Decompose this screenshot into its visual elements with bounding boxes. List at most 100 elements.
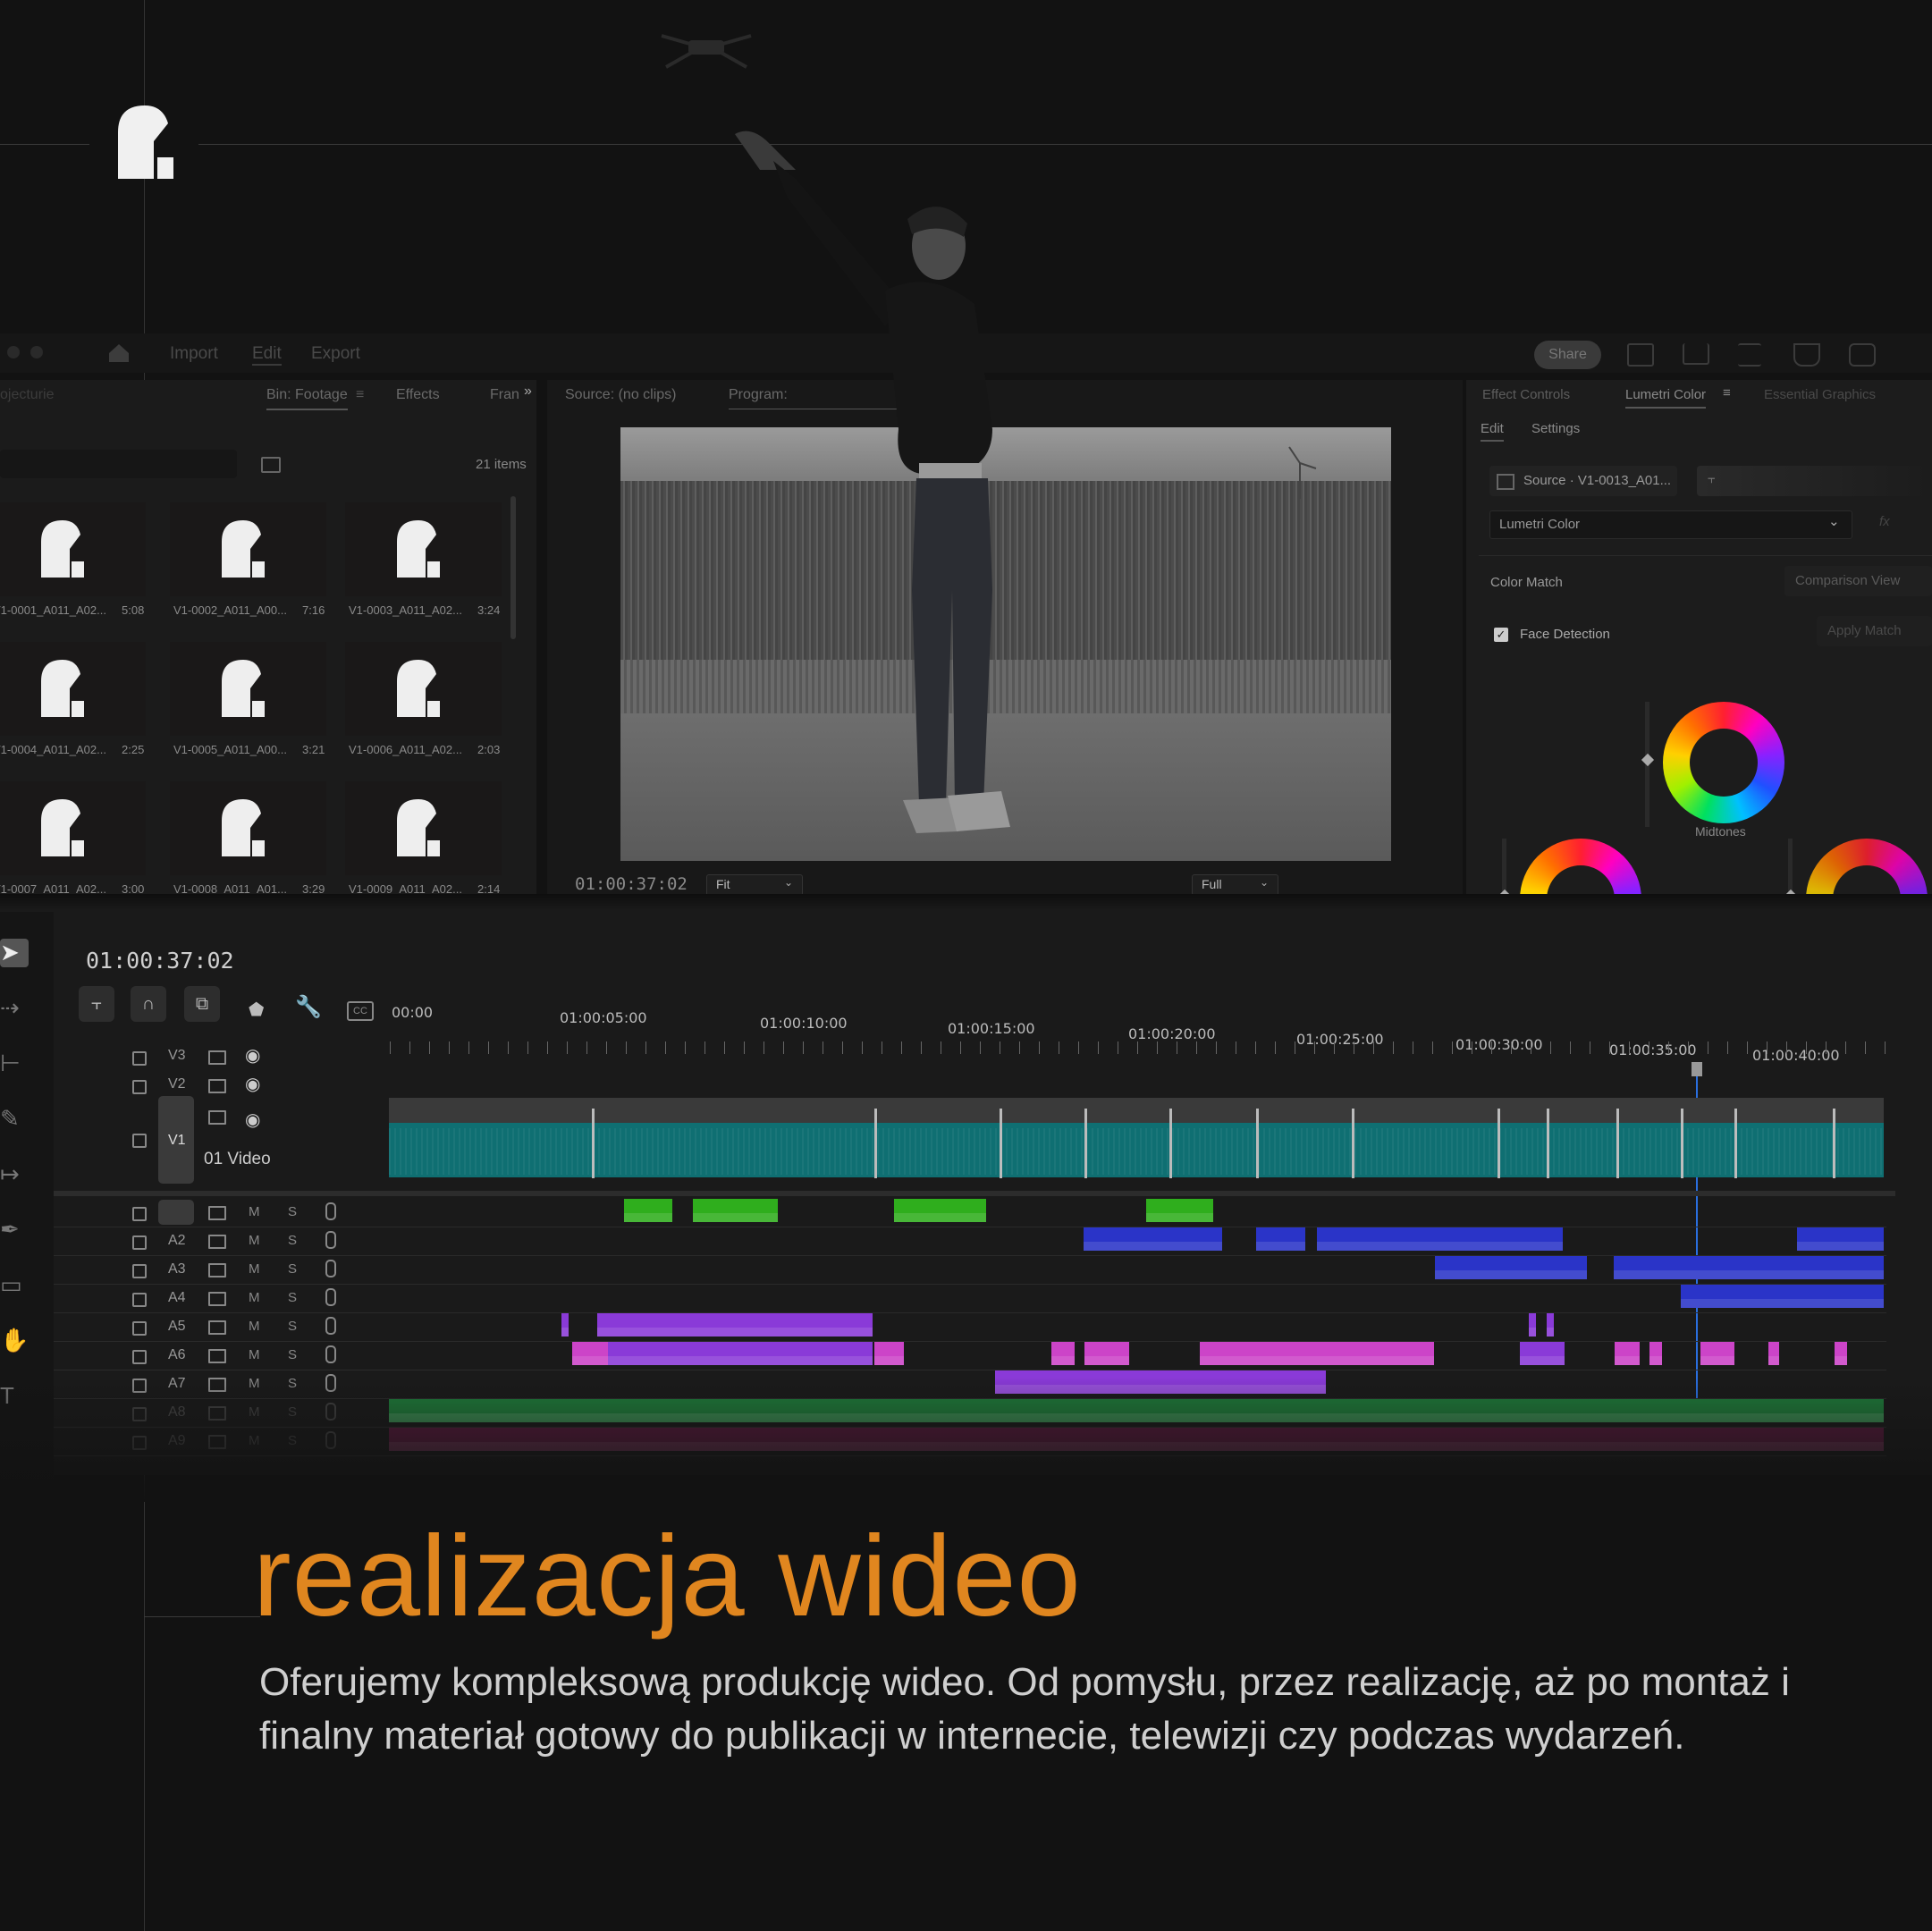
mic-icon[interactable] bbox=[325, 1345, 336, 1363]
effect-select[interactable]: Lumetri Color ⌄ bbox=[1489, 510, 1852, 539]
audio-clip[interactable] bbox=[1084, 1227, 1222, 1251]
film-icon[interactable] bbox=[208, 1079, 226, 1093]
quality-select[interactable]: Full ⌄ bbox=[1192, 874, 1278, 896]
mic-icon[interactable] bbox=[325, 1260, 336, 1277]
audio-clip[interactable] bbox=[1797, 1227, 1884, 1251]
lock-icon[interactable] bbox=[132, 1235, 147, 1250]
rectangle-icon[interactable]: ▭ bbox=[0, 1271, 29, 1300]
audio-clip[interactable] bbox=[624, 1199, 672, 1222]
mic-icon[interactable] bbox=[325, 1288, 336, 1306]
apply-match-button[interactable]: Apply Match bbox=[1817, 616, 1932, 646]
audio-clip[interactable] bbox=[561, 1313, 569, 1337]
audio-clip[interactable] bbox=[597, 1313, 873, 1337]
film-icon[interactable] bbox=[208, 1206, 226, 1220]
slip-icon[interactable]: ↦ bbox=[0, 1160, 29, 1189]
film-icon[interactable] bbox=[208, 1110, 226, 1125]
audio-clip[interactable] bbox=[1200, 1342, 1434, 1365]
share-button[interactable]: Share bbox=[1534, 341, 1601, 369]
eye-icon[interactable]: ◉ bbox=[245, 1073, 260, 1095]
pen-icon[interactable]: ✒ bbox=[0, 1216, 29, 1244]
menu-icon[interactable] bbox=[1738, 343, 1761, 367]
solo-button[interactable]: S bbox=[288, 1347, 297, 1362]
captions-icon[interactable]: CC bbox=[347, 1001, 374, 1021]
audio-clip[interactable] bbox=[1084, 1342, 1129, 1365]
tab-lumetri-color[interactable]: Lumetri Color bbox=[1625, 387, 1707, 409]
hand-icon[interactable]: ✋ bbox=[0, 1327, 29, 1355]
tab-source[interactable]: Source: (no clips) bbox=[565, 387, 677, 403]
audio-clip[interactable] bbox=[608, 1342, 765, 1365]
audio-clip[interactable] bbox=[1768, 1342, 1779, 1365]
audio-clip[interactable] bbox=[765, 1342, 873, 1365]
zoom-select[interactable]: Fit ⌄ bbox=[706, 874, 803, 896]
audio-clip[interactable] bbox=[1615, 1342, 1640, 1365]
window-dot[interactable] bbox=[7, 346, 20, 358]
menu-icon[interactable]: ≡ bbox=[356, 387, 364, 403]
film-icon[interactable] bbox=[208, 1235, 226, 1249]
beaker-icon[interactable] bbox=[1793, 343, 1820, 367]
scrollbar[interactable] bbox=[510, 496, 516, 639]
clip-thumbnail[interactable] bbox=[0, 781, 146, 875]
film-icon[interactable] bbox=[208, 1349, 226, 1363]
film-icon[interactable] bbox=[208, 1320, 226, 1335]
film-icon[interactable] bbox=[208, 1292, 226, 1306]
lock-icon[interactable] bbox=[132, 1134, 147, 1148]
audio-clip[interactable] bbox=[1520, 1342, 1565, 1365]
marker-icon[interactable]: ⬟ bbox=[249, 999, 264, 1021]
audio-clip[interactable] bbox=[1547, 1313, 1554, 1337]
audio-clip[interactable] bbox=[1614, 1256, 1884, 1279]
snap-icon[interactable]: ∩ bbox=[131, 986, 166, 1022]
tab-edit[interactable]: Edit bbox=[1481, 421, 1504, 442]
linked-selection-icon[interactable]: ⧉ bbox=[184, 986, 220, 1022]
audio-clip[interactable] bbox=[1146, 1199, 1213, 1222]
audio-clip[interactable] bbox=[1529, 1313, 1536, 1337]
nav-edit[interactable]: Edit bbox=[252, 344, 282, 366]
lock-icon[interactable] bbox=[132, 1293, 147, 1307]
home-icon[interactable] bbox=[107, 342, 131, 364]
lock-icon[interactable] bbox=[132, 1264, 147, 1278]
wrench-icon[interactable]: 🔧 bbox=[295, 994, 322, 1020]
mic-icon[interactable] bbox=[325, 1317, 336, 1335]
nav-export[interactable]: Export bbox=[311, 344, 360, 364]
clip-thumbnail[interactable] bbox=[345, 781, 502, 875]
face-detection-checkbox[interactable]: ✓ bbox=[1494, 628, 1508, 642]
mic-icon[interactable] bbox=[325, 1231, 336, 1249]
audio-clip[interactable] bbox=[1317, 1227, 1563, 1251]
clip-thumbnail[interactable] bbox=[345, 502, 502, 596]
audio-clip[interactable] bbox=[1649, 1342, 1662, 1365]
project-tab[interactable]: ojecturie bbox=[0, 387, 54, 403]
audio-clip[interactable] bbox=[1681, 1285, 1884, 1308]
tab-bin-footage[interactable]: Bin: Footage bbox=[266, 387, 348, 410]
audio-clip[interactable] bbox=[1835, 1342, 1847, 1365]
clip-thumbnail[interactable] bbox=[345, 642, 502, 736]
clip-thumbnail[interactable] bbox=[170, 781, 326, 875]
mute-button[interactable]: M bbox=[249, 1290, 260, 1305]
razor-icon[interactable]: ✎ bbox=[0, 1105, 29, 1134]
menu-icon[interactable]: ≡ bbox=[1723, 385, 1731, 401]
playhead[interactable] bbox=[1692, 1062, 1702, 1076]
solo-button[interactable]: S bbox=[288, 1290, 297, 1305]
solo-button[interactable]: S bbox=[288, 1261, 297, 1277]
track-select-icon[interactable]: ⇢ bbox=[0, 994, 29, 1023]
lock-icon[interactable] bbox=[132, 1207, 147, 1221]
window-dot[interactable] bbox=[30, 346, 43, 358]
audio-clip[interactable] bbox=[572, 1342, 608, 1365]
slider-handle[interactable] bbox=[1641, 753, 1655, 767]
audio-clip[interactable] bbox=[894, 1199, 986, 1222]
mute-button[interactable]: M bbox=[249, 1204, 260, 1219]
nav-import[interactable]: Import bbox=[170, 344, 218, 364]
audio-clip[interactable] bbox=[874, 1342, 904, 1365]
film-icon[interactable] bbox=[208, 1050, 226, 1065]
clip-thumbnail[interactable] bbox=[170, 642, 326, 736]
audio-clip[interactable] bbox=[693, 1199, 778, 1222]
audio-clip[interactable] bbox=[1256, 1227, 1305, 1251]
source-select[interactable]: Source · V1-0013_A01... bbox=[1489, 466, 1677, 496]
lock-icon[interactable] bbox=[132, 1051, 147, 1066]
chevron-right-icon[interactable]: » bbox=[524, 384, 532, 400]
eye-icon[interactable]: ◉ bbox=[245, 1044, 260, 1067]
insert-sequence-icon[interactable]: ⫟ bbox=[79, 986, 114, 1022]
track-a1-target[interactable] bbox=[158, 1200, 194, 1225]
comment-icon[interactable] bbox=[1849, 343, 1876, 367]
tab-settings[interactable]: Settings bbox=[1531, 421, 1580, 436]
audio-clip[interactable] bbox=[1435, 1256, 1587, 1279]
lock-icon[interactable] bbox=[132, 1080, 147, 1094]
